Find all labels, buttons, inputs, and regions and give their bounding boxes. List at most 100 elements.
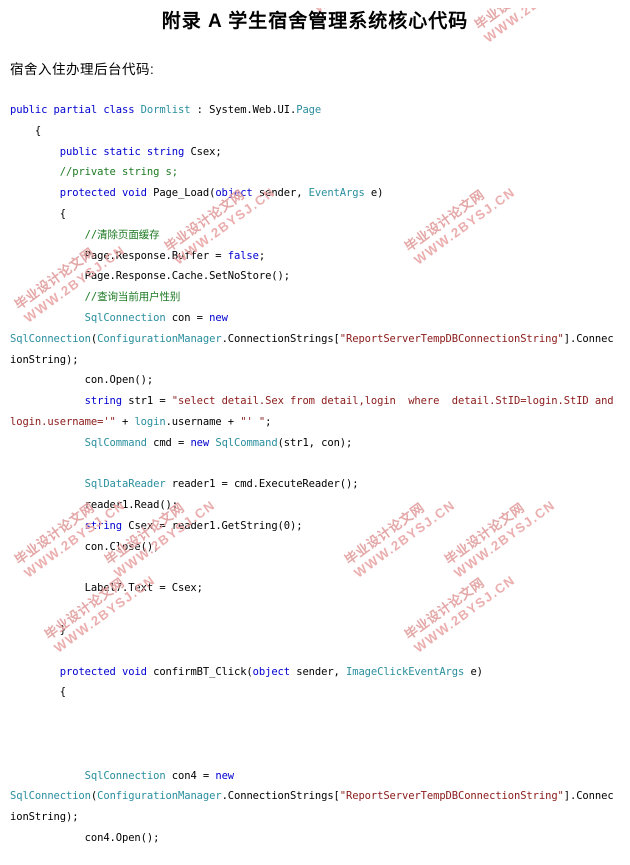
code-token: false — [227, 249, 259, 262]
code-token: SqlConnection — [84, 769, 166, 782]
code-token: object — [252, 665, 290, 678]
code-token: SqlConnection — [10, 332, 91, 345]
code-token: con4.Open(); — [10, 831, 160, 844]
code-token: Page.Response.Cache.SetNoStore(); — [10, 270, 290, 283]
code-line: { — [0, 682, 630, 703]
code-token: { — [10, 207, 66, 220]
code-token: protected void — [59, 665, 154, 678]
code-token: ; — [265, 415, 272, 428]
code-token: + — [115, 415, 135, 428]
code-token: EventArgs — [308, 187, 365, 200]
code-token: ConfigurationManager — [97, 332, 222, 345]
code-token: confirmBT_Click( — [153, 665, 253, 678]
code-token: login.username='" — [10, 415, 116, 428]
code-token: ].Connec — [563, 790, 614, 803]
code-line: protected void confirmBT_Click(object se… — [0, 662, 630, 683]
code-token: .ConnectionStrings[ — [221, 332, 340, 345]
code-token: { — [10, 686, 66, 699]
code-line: con4.Open(); — [0, 828, 630, 849]
code-token: Csex; — [190, 145, 222, 158]
code-token: object — [215, 187, 253, 200]
code-token: new — [190, 436, 210, 449]
code-token: SqlCommand — [84, 436, 147, 449]
code-line: //清除页面缓存 — [0, 225, 630, 246]
code-line: SqlDataReader reader1 = cmd.ExecuteReade… — [0, 474, 630, 495]
code-line: //private string s; — [0, 162, 630, 183]
code-token: ; — [258, 249, 266, 262]
code-listing: public partial class Dormlist : System.W… — [0, 100, 630, 849]
code-line: { — [0, 121, 630, 142]
code-line: { — [0, 204, 630, 225]
code-token: login — [134, 415, 166, 428]
code-token: .username + — [165, 415, 241, 428]
code-token: //查询当前用户性别 — [84, 291, 181, 304]
code-token: string — [84, 519, 123, 532]
code-token: cmd = — [146, 436, 191, 449]
code-line: } — [0, 620, 630, 641]
code-line: string str1 = "select detail.Sex from de… — [0, 391, 630, 412]
code-line: //查询当前用户性别 — [0, 287, 630, 308]
code-token: //清除页面缓存 — [84, 228, 160, 241]
code-line: SqlConnection con = new — [0, 308, 630, 329]
code-token: "' " — [240, 415, 266, 428]
code-token: reader1 = cmd.ExecuteReader(); — [165, 478, 359, 491]
code-token: "ReportServerTempDBConnectionString" — [339, 332, 564, 345]
code-token: reader1.Read(); — [10, 499, 178, 512]
code-line: string Csex = reader1.GetString(0); — [0, 516, 630, 537]
code-token: str1 = — [122, 395, 172, 408]
code-token: con.Close(); — [10, 540, 160, 553]
code-token: SqlConnection — [10, 790, 91, 803]
code-line: con.Open(); — [0, 370, 630, 391]
code-token: ionString); — [10, 353, 79, 366]
code-line: SqlConnection con4 = new — [0, 766, 630, 787]
code-token: .ConnectionStrings[ — [221, 790, 340, 803]
code-token: ImageClickEventArgs — [346, 665, 465, 678]
code-token: SqlCommand — [215, 436, 278, 449]
code-token: "ReportServerTempDBConnectionString" — [339, 790, 564, 803]
code-token: { — [10, 124, 42, 137]
code-token: "select detail.Sex from detail,login whe… — [171, 395, 614, 408]
code-token: SqlDataReader — [84, 478, 166, 491]
code-line: SqlConnection(ConfigurationManager.Conne… — [0, 329, 630, 350]
code-token: //private string s; — [59, 166, 178, 179]
code-line: public static string Csex; — [0, 142, 630, 163]
code-token: ].Connec — [563, 332, 614, 345]
code-token: e) — [464, 665, 483, 678]
code-token: sender, — [290, 665, 346, 678]
code-line: ionString); — [0, 350, 630, 371]
code-token: public static string — [59, 145, 191, 158]
code-line: Page.Response.Buffer = false; — [0, 246, 630, 267]
code-token: Dormlist — [140, 104, 191, 116]
code-token: string — [84, 395, 123, 408]
code-line: reader1.Read(); — [0, 495, 630, 516]
code-line: SqlConnection(ConfigurationManager.Conne… — [0, 786, 630, 807]
code-token: SqlConnection — [84, 311, 166, 324]
code-token: con4 = — [165, 769, 216, 782]
code-token: con.Open(); — [10, 374, 154, 387]
code-line: public partial class Dormlist : System.W… — [0, 100, 630, 121]
code-token: Page.Response.Buffer = — [10, 249, 228, 262]
code-line: ionString); — [0, 807, 630, 828]
code-token: (str1, con); — [277, 436, 353, 449]
code-line: SqlCommand cmd = new SqlCommand(str1, co… — [0, 433, 630, 454]
code-token: protected void — [59, 187, 154, 200]
code-token: new — [209, 311, 228, 324]
code-token: Csex = reader1.GetString(0); — [122, 519, 303, 532]
code-line: con.Close(); — [0, 537, 630, 558]
code-token: } — [10, 623, 66, 636]
code-token: Label7.Text = Csex; — [10, 582, 203, 595]
